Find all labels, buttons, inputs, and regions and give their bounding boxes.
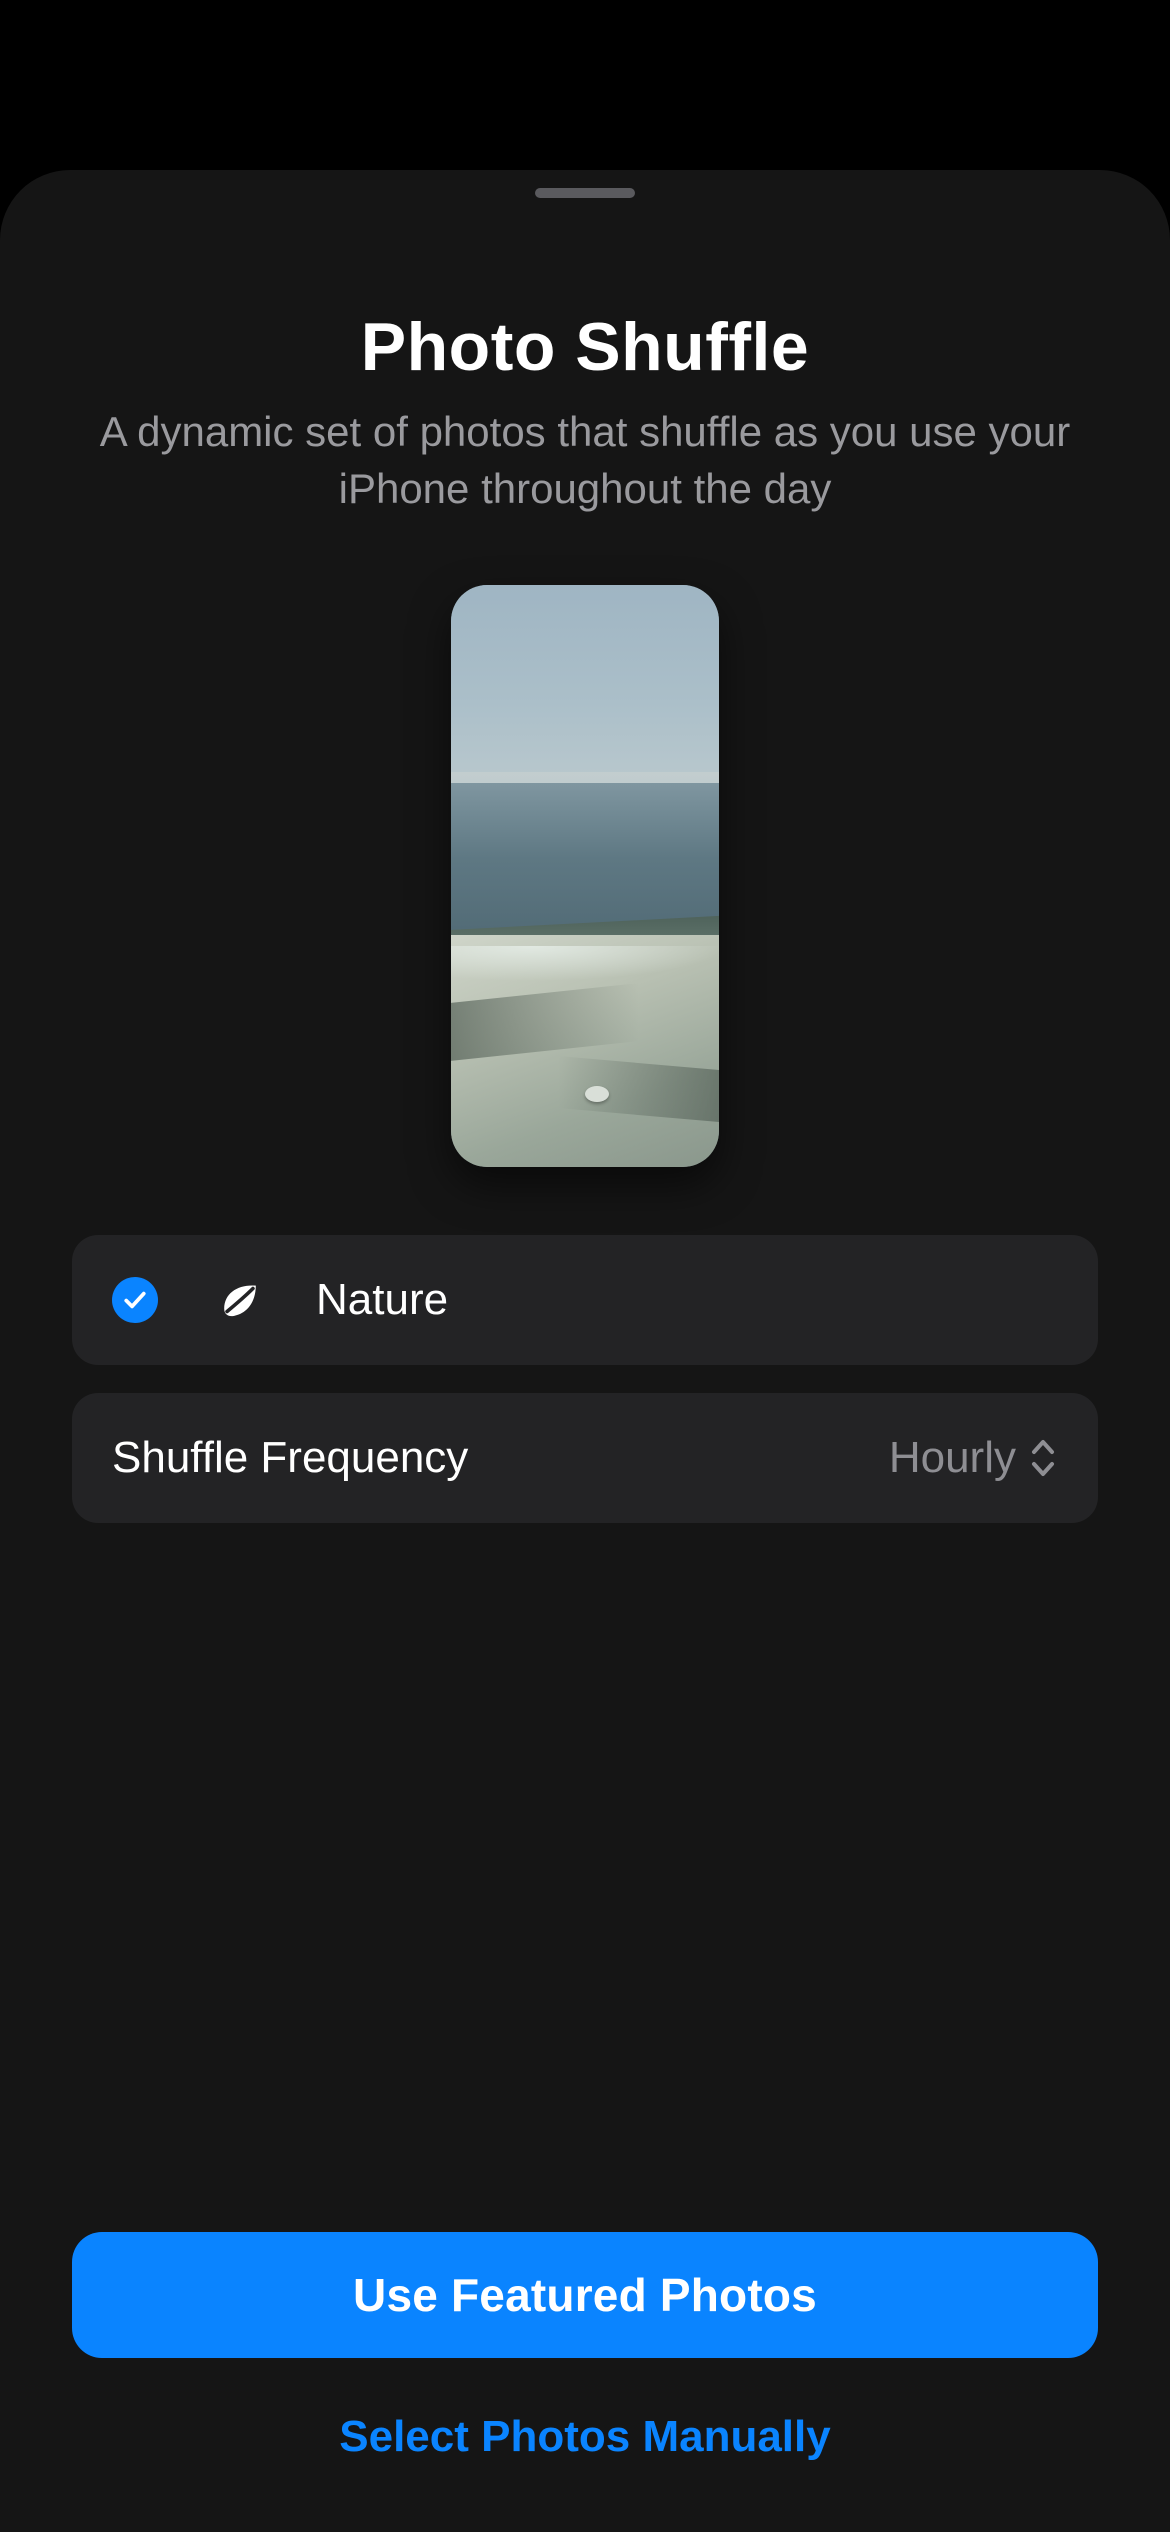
modal-sheet: Photo Shuffle A dynamic set of photos th… [0,170,1170,2532]
select-photos-manually-button[interactable]: Select Photos Manually [72,2400,1098,2474]
category-row-nature[interactable]: Nature [72,1235,1098,1365]
use-featured-photos-button[interactable]: Use Featured Photos [72,2232,1098,2358]
shuffle-frequency-label: Shuffle Frequency [112,1433,468,1483]
page-title: Photo Shuffle [72,308,1098,386]
shuffle-frequency-row[interactable]: Shuffle Frequency Hourly [72,1393,1098,1523]
preview-container [72,585,1098,1167]
wallpaper-preview[interactable] [451,585,719,1167]
bottom-actions: Use Featured Photos Select Photos Manual… [72,2232,1098,2474]
checkmark-icon [112,1277,158,1323]
chevron-up-down-icon [1028,1437,1058,1479]
page-subtitle: A dynamic set of photos that shuffle as … [72,404,1098,517]
options-list: Nature Shuffle Frequency Hourly [72,1235,1098,1523]
category-label: Nature [316,1275,448,1325]
sheet-grabber[interactable] [535,188,635,198]
shuffle-frequency-value: Hourly [889,1433,1016,1483]
leaf-icon [214,1274,266,1326]
